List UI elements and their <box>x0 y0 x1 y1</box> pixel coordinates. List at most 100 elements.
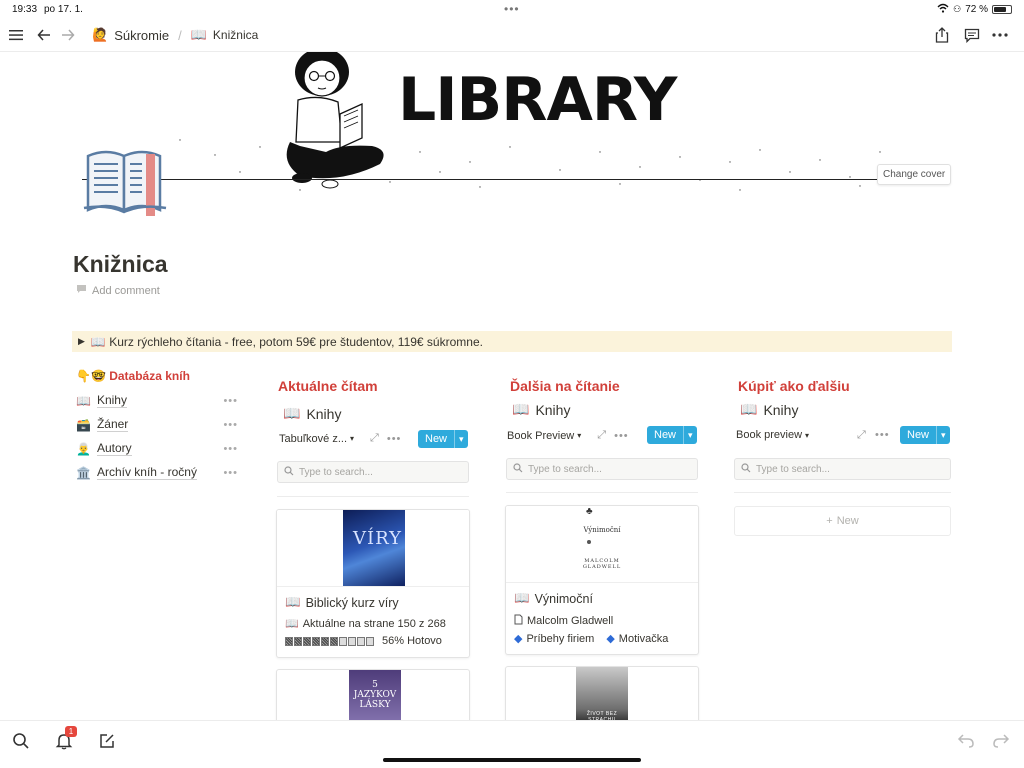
progress-block-empty <box>339 636 347 646</box>
progress-block-empty <box>348 636 356 646</box>
view-selector-row: Book preview ▾ <box>736 429 866 441</box>
card-tags: ◆ Príbehy firiem ◆ Motivačka <box>514 632 668 646</box>
add-comment-button[interactable]: Add comment <box>76 284 160 297</box>
more-dots-icon[interactable]: ••• <box>614 430 629 442</box>
breadcrumb-book-icon: 📖 <box>190 27 207 42</box>
view-selector[interactable]: Tabuľkové z... <box>279 433 347 445</box>
battery-icon <box>992 5 1012 14</box>
progress-block-filled <box>285 636 293 646</box>
back-arrow-icon[interactable] <box>34 25 54 45</box>
page-title[interactable]: Knižnica <box>73 251 168 278</box>
card-author-label: Malcolm Gladwell <box>527 615 614 627</box>
search-input[interactable]: Type to search... <box>734 458 951 480</box>
multitasking-dots[interactable]: ••• <box>504 2 520 16</box>
sidebar-item-zaner[interactable]: 🗃️ Žáner ••• <box>76 417 238 432</box>
more-dots-icon[interactable]: ••• <box>223 419 238 431</box>
breadcrumb-current[interactable]: Knižnica <box>213 28 258 42</box>
chevron-down-icon[interactable]: ▾ <box>350 434 354 443</box>
book-icon: 📖 <box>285 618 299 630</box>
more-dots-icon[interactable]: ••• <box>223 467 238 479</box>
plus-icon: + <box>826 515 833 527</box>
new-button-label: New <box>418 430 456 448</box>
expand-icon[interactable]: ⤢ <box>857 429 866 442</box>
card-page-text: Aktuálne na strane 150 z 268 <box>302 617 446 630</box>
top-toolbar: 🙋 Súkromie / 📖 Knižnica <box>0 18 1024 52</box>
progress-block-filled <box>312 636 320 646</box>
new-button[interactable]: New ▾ <box>900 426 950 444</box>
search-icon[interactable] <box>10 730 32 752</box>
new-button[interactable]: New ▾ <box>647 426 697 444</box>
building-icon: 🏛️ <box>76 465 91 480</box>
progress-block-empty <box>357 636 365 646</box>
home-indicator[interactable] <box>383 758 641 762</box>
book-card[interactable]: VÍRY 📖 Biblický kurz víry 📖 Aktuálne na … <box>276 509 470 658</box>
cover-banner-text: LIBRARY <box>398 65 677 135</box>
column-dalsia: Ďalšia na čítanie <box>510 378 620 394</box>
book-cover-image: ŽIVOT BEZ STRACHU <box>576 667 628 725</box>
callout-toggle[interactable]: ▶ 📖 Kurz rýchleho čítania - free, potom … <box>72 331 952 352</box>
blue-diamond-icon: ◆ <box>514 633 523 645</box>
sidebar-item-archiv[interactable]: 🏛️ Archív kníh - ročný ••• <box>76 465 238 480</box>
database-title[interactable]: 📖 Knihy <box>283 405 341 422</box>
status-date: po 17. 1. <box>44 4 83 15</box>
sidebar-item-autory[interactable]: 👨‍🦳 Autory ••• <box>76 441 238 456</box>
divider <box>506 492 698 493</box>
cover-dot <box>587 540 591 544</box>
progress-text: 56% Hotovo <box>382 635 442 647</box>
change-cover-button[interactable]: Change cover <box>877 164 952 185</box>
book-cover-image: VÍRY <box>343 510 405 586</box>
toggle-triangle-icon[interactable]: ▶ <box>78 336 85 347</box>
person-icon: 👨‍🦳 <box>76 441 91 456</box>
progress-block-empty <box>366 636 374 646</box>
page-book-icon[interactable] <box>82 146 168 221</box>
search-placeholder: Type to search... <box>756 463 830 475</box>
card-box-icon: 🗃️ <box>76 417 91 432</box>
more-options-icon[interactable] <box>990 25 1010 45</box>
progress-block-filled <box>294 636 302 646</box>
view-selector[interactable]: Book Preview <box>507 430 574 442</box>
more-dots-icon[interactable]: ••• <box>387 433 402 445</box>
forward-arrow-icon[interactable] <box>58 25 78 45</box>
more-dots-icon[interactable]: ••• <box>875 429 890 441</box>
search-input[interactable]: Type to search... <box>506 458 698 480</box>
chevron-down-icon[interactable]: ▾ <box>455 434 468 445</box>
comments-icon[interactable] <box>962 25 982 45</box>
more-dots-icon[interactable]: ••• <box>223 443 238 455</box>
new-button-label: New <box>647 426 685 444</box>
battery-percent: 72 % <box>965 4 988 15</box>
undo-icon[interactable] <box>955 730 977 752</box>
share-icon[interactable] <box>932 25 952 45</box>
menu-icon[interactable] <box>6 25 26 45</box>
add-new-label: New <box>836 515 859 527</box>
database-title-label: Knihy <box>306 405 342 422</box>
database-title[interactable]: 📖 Knihy <box>512 401 570 418</box>
add-new-card-button[interactable]: + New <box>734 506 951 536</box>
chevron-down-icon[interactable]: ▾ <box>937 430 950 441</box>
book-card[interactable]: ♣ Výnimoční Malcolm Gladwell 📖 Výnimoční… <box>505 505 699 655</box>
chevron-down-icon[interactable]: ▾ <box>805 431 809 440</box>
column-heading: Ďalšia na čítanie <box>510 378 620 394</box>
new-page-icon[interactable] <box>96 730 118 752</box>
chevron-down-icon[interactable]: ▾ <box>577 431 581 440</box>
expand-icon[interactable]: ⤢ <box>597 429 606 442</box>
blue-diamond-icon: ◆ <box>606 633 615 645</box>
divider <box>277 496 469 497</box>
sidebar-item-label: Archív kníh - ročný <box>96 465 197 480</box>
sidebar-item-knihy[interactable]: 📖 Knihy ••• <box>76 393 238 408</box>
more-dots-icon[interactable]: ••• <box>223 395 238 407</box>
expand-icon[interactable]: ⤢ <box>370 432 379 445</box>
database-title[interactable]: 📖 Knihy <box>740 401 798 418</box>
card-author: Malcolm Gladwell <box>514 614 613 628</box>
redo-icon[interactable] <box>990 730 1012 752</box>
book-card[interactable]: ŽIVOT BEZ STRACHU <box>505 666 699 726</box>
linked-db-icon: 📖 <box>512 401 530 417</box>
book-cover-author: Malcolm Gladwell <box>582 558 622 570</box>
breadcrumb-parent[interactable]: Súkromie <box>114 28 169 43</box>
search-input[interactable]: Type to search... <box>277 461 469 483</box>
view-selector[interactable]: Book preview <box>736 429 802 441</box>
book-cover-title: 5 JAZYKOV LÁSKY <box>353 680 397 710</box>
status-time: 19:33 <box>12 4 38 15</box>
new-button[interactable]: New ▾ <box>418 430 468 448</box>
chevron-down-icon[interactable]: ▾ <box>684 430 697 441</box>
search-placeholder: Type to search... <box>528 463 602 475</box>
